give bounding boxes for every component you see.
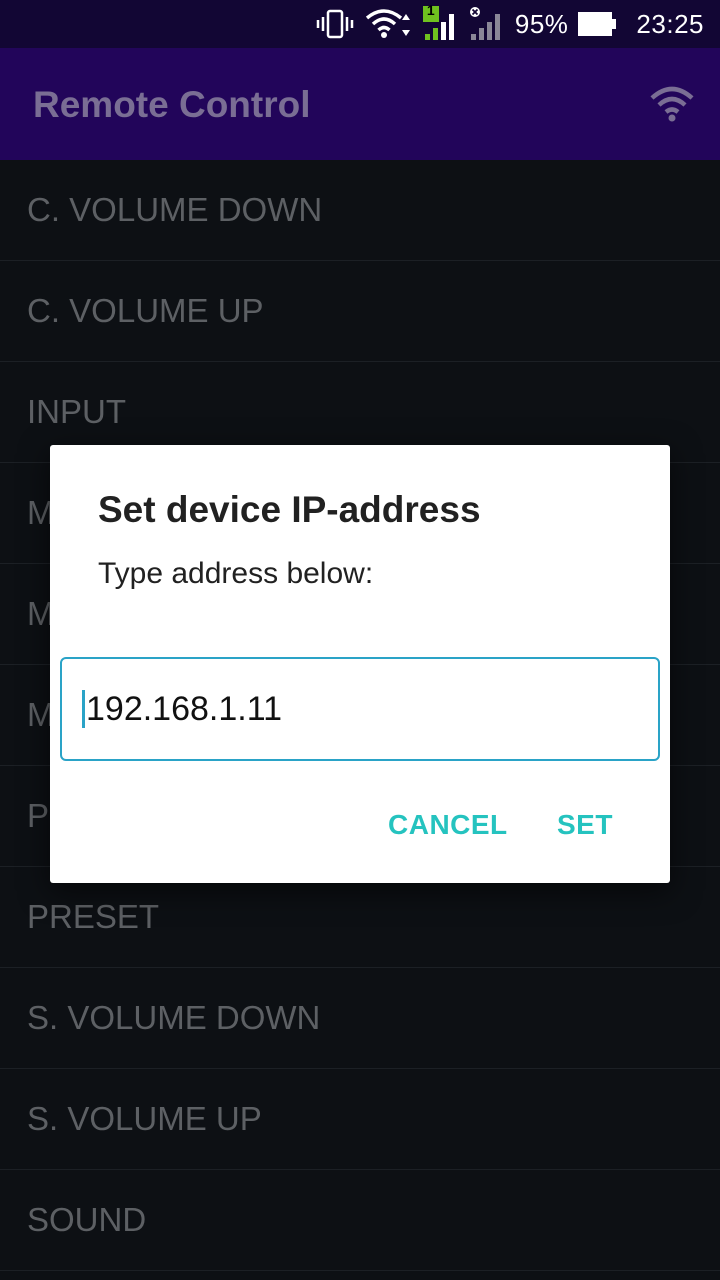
dialog-title: Set device IP-address [98, 489, 481, 530]
list-item[interactable]: S. VOLUME UP [0, 1069, 720, 1170]
dialog-message: Type address below: [98, 557, 374, 590]
set-button[interactable]: SET [557, 809, 613, 841]
ip-address-input[interactable]: 192.168.1.11 [60, 657, 660, 761]
cancel-button[interactable]: CANCEL [388, 809, 508, 841]
list-item[interactable]: C. VOLUME UP [0, 261, 720, 362]
app-title: Remote Control [33, 84, 311, 125]
battery-icon [578, 11, 618, 37]
clock: 23:25 [636, 8, 704, 39]
list-item[interactable]: S. VOLUME DOWN [0, 968, 720, 1069]
wifi-icon [365, 8, 413, 40]
battery-percent: 95% [514, 8, 569, 39]
signal-x-icon [469, 6, 505, 42]
vibrate-icon [315, 8, 355, 40]
wifi-icon[interactable] [650, 84, 694, 124]
app-bar: Remote Control [0, 48, 720, 160]
text-cursor [82, 690, 85, 728]
list-item[interactable]: SOUND [0, 1170, 720, 1271]
signal-icon: 1 [422, 2, 459, 42]
sim-badge: 1 [426, 2, 435, 18]
list-item[interactable]: C. VOLUME DOWN [0, 160, 720, 261]
ip-address-value: 192.168.1.11 [86, 689, 282, 728]
ip-address-dialog: Set device IP-address Type address below… [50, 445, 670, 883]
status-bar: 1 95% 23:25 [0, 0, 720, 48]
